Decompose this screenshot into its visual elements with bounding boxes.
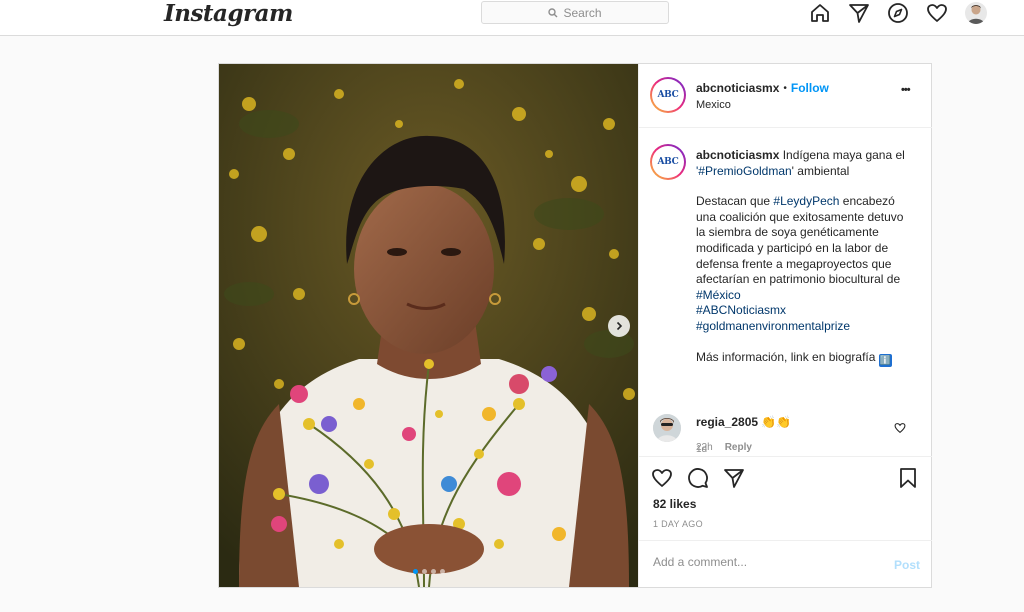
like-icon[interactable] <box>651 467 673 494</box>
caption-text: abcnoticiasmx Indígena maya gana el '#Pr… <box>696 148 916 367</box>
commenter-username[interactable]: regia_2805 <box>696 415 758 429</box>
comment-time[interactable]: 22h <box>696 442 713 453</box>
account-username[interactable]: abcnoticiasmx <box>696 81 779 95</box>
profile-avatar[interactable] <box>964 1 988 25</box>
carousel-dot-active <box>413 569 418 574</box>
carousel-dot <box>440 569 445 574</box>
post-comment-button[interactable]: Post <box>894 558 920 572</box>
hashtag-link[interactable]: #ABCNoticiasmx <box>696 303 786 317</box>
caption-line: Más información, link en biografía <box>696 349 876 364</box>
caption-line: Indígena maya gana el <box>782 148 905 162</box>
comment-text: 👏👏 <box>761 415 792 429</box>
search-placeholder: Search <box>563 5 602 20</box>
account-avatar[interactable]: ABC <box>650 77 686 113</box>
more-options-icon[interactable]: ••• <box>901 84 911 96</box>
info-emoji-icon: ℹ️ <box>878 353 892 367</box>
post-photo[interactable] <box>219 64 638 587</box>
follow-button[interactable]: Follow <box>791 81 829 95</box>
chevron-right-icon <box>616 321 623 331</box>
likes-count[interactable]: 82 likes <box>653 497 696 511</box>
add-comment-input[interactable] <box>653 555 873 569</box>
post-date[interactable]: 1 DAY AGO <box>653 519 703 529</box>
explore-icon[interactable] <box>886 1 910 25</box>
home-icon[interactable] <box>808 1 832 25</box>
carousel-dots <box>413 569 445 574</box>
avatar-logo-text: ABC <box>657 157 679 167</box>
caption-avatar[interactable]: ABC <box>650 144 686 180</box>
caption-line: ' ambiental <box>791 163 850 178</box>
post-location[interactable]: Mexico <box>696 99 731 111</box>
reply-button[interactable]: Reply <box>725 442 752 453</box>
caption-username[interactable]: abcnoticiasmx <box>696 148 779 162</box>
search-icon <box>548 7 558 17</box>
post-header: ABC abcnoticiasmx • Follow Mexico ••• <box>639 64 932 128</box>
nav-icons <box>808 0 988 26</box>
avatar-logo-text: ABC <box>657 90 679 100</box>
share-icon[interactable] <box>723 467 745 494</box>
comment-item: regia_2805 👏👏 22h Reply <box>639 404 932 456</box>
hashtag-link[interactable]: #México <box>696 288 741 302</box>
carousel-dot <box>431 569 436 574</box>
bookmark-icon[interactable] <box>897 467 919 494</box>
instagram-logo[interactable]: Instagram <box>164 0 293 27</box>
comment-icon[interactable] <box>687 467 709 494</box>
carousel-dot <box>422 569 427 574</box>
top-nav: Instagram Search <box>0 0 1024 36</box>
post-actions: 82 likes 1 DAY AGO Post <box>639 456 932 587</box>
direct-messages-icon[interactable] <box>847 1 871 25</box>
hashtag-link[interactable]: #goldmanenvironmentalprize <box>696 319 850 333</box>
portrait-image <box>219 64 638 587</box>
separator-dot: • <box>783 82 787 94</box>
comment-like-icon[interactable] <box>894 421 906 439</box>
activity-heart-icon[interactable] <box>925 1 949 25</box>
search-input[interactable]: Search <box>481 1 669 24</box>
next-photo-button[interactable] <box>608 315 630 337</box>
post-side-panel: ABC abcnoticiasmx • Follow Mexico ••• AB… <box>638 64 932 587</box>
hashtag-link[interactable]: #LeydyPech <box>773 194 839 208</box>
caption-line: Destacan que <box>696 194 774 209</box>
post-card: ABC abcnoticiasmx • Follow Mexico ••• AB… <box>218 63 932 588</box>
commenter-avatar[interactable] <box>653 414 681 442</box>
hashtag-link[interactable]: #PremioGoldman <box>698 164 791 178</box>
add-comment-bar: Post <box>639 540 932 588</box>
